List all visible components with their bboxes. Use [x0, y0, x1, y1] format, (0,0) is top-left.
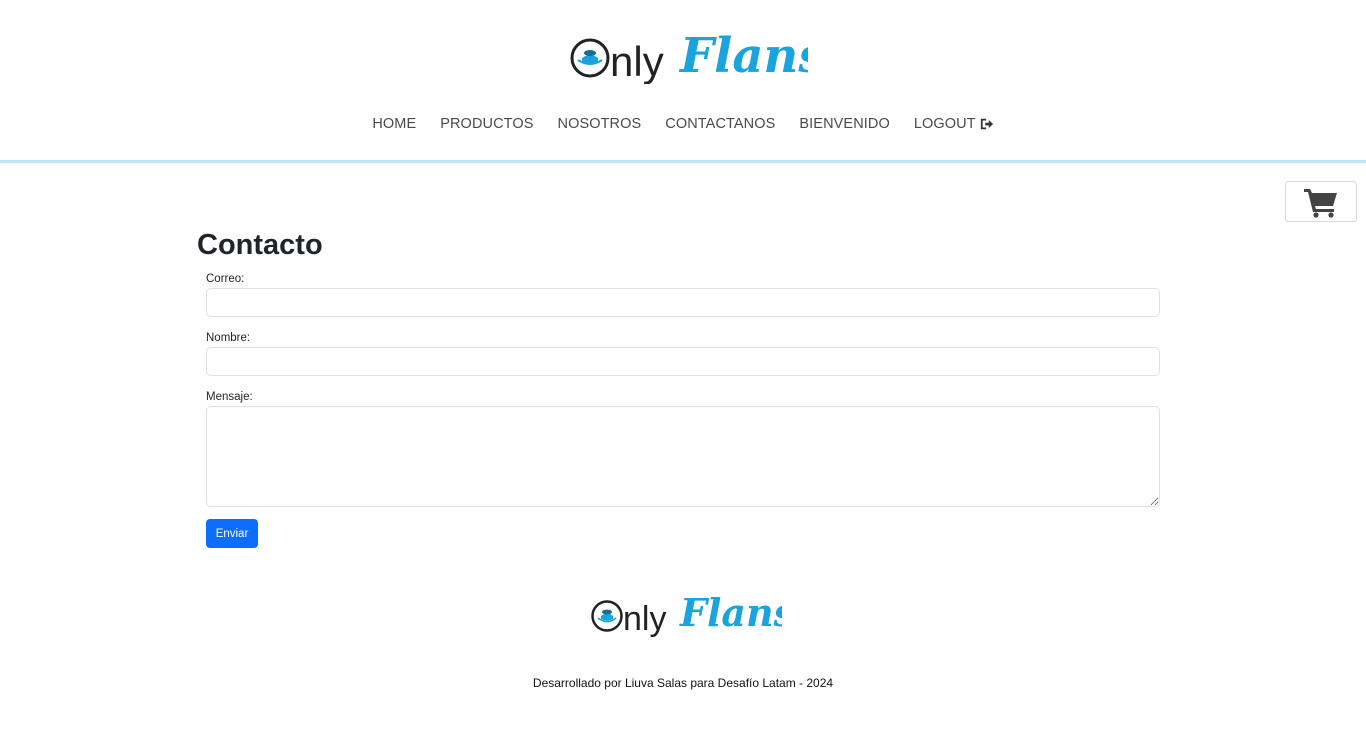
nav-productos[interactable]: PRODUCTOS [428, 110, 545, 138]
email-field[interactable] [206, 288, 1160, 317]
nav-nosotros[interactable]: NOSOTROS [546, 110, 654, 138]
footer-onlyflans-logo: nly Flans [591, 590, 782, 638]
email-label: Correo: [206, 273, 245, 285]
nav-bienvenido[interactable]: BIENVENIDO [787, 110, 901, 138]
shopping-cart-icon [1304, 188, 1337, 218]
site-header: nly Flans HOME PRODUCTOS NOSOTROS CONTAC… [0, 0, 1366, 163]
footer-credits: Desarrollado por Liuva Salas para Desafí… [532, 676, 834, 690]
submit-button[interactable]: Enviar [206, 519, 258, 548]
message-textarea[interactable] [206, 406, 1160, 507]
main-nav: HOME PRODUCTOS NOSOTROS CONTACTANOS BIEN… [0, 108, 1366, 140]
footer-logo-text-flans: Flans [679, 590, 782, 635]
nav-logout-label: LOGOUT [913, 116, 976, 132]
name-label: Nombre: [206, 332, 251, 344]
nav-contactanos-label: CONTACTANOS [665, 116, 776, 132]
message-label: Mensaje: [206, 391, 253, 403]
logo-text-only: nly [610, 38, 664, 84]
nav-home-label: HOME [372, 116, 417, 132]
footer-logo-text-only: nly [623, 600, 666, 638]
cart-button[interactable] [1285, 181, 1357, 222]
nav-nosotros-label: NOSOTROS [557, 116, 642, 132]
nav-productos-label: PRODUCTOS [440, 116, 534, 132]
nav-logout[interactable]: LOGOUT [902, 110, 1006, 138]
flan-circle-icon [591, 600, 623, 632]
sign-out-icon [980, 118, 993, 130]
nav-home[interactable]: HOME [360, 110, 428, 138]
name-field[interactable] [206, 347, 1160, 376]
nav-contactanos[interactable]: CONTACTANOS [653, 110, 787, 138]
flan-circle-icon [570, 38, 610, 78]
page-title: Contacto [197, 229, 323, 261]
nav-bienvenido-label: BIENVENIDO [799, 116, 890, 132]
logo-text-flans: Flans [678, 28, 808, 84]
onlyflans-logo[interactable]: nly Flans [568, 20, 808, 84]
